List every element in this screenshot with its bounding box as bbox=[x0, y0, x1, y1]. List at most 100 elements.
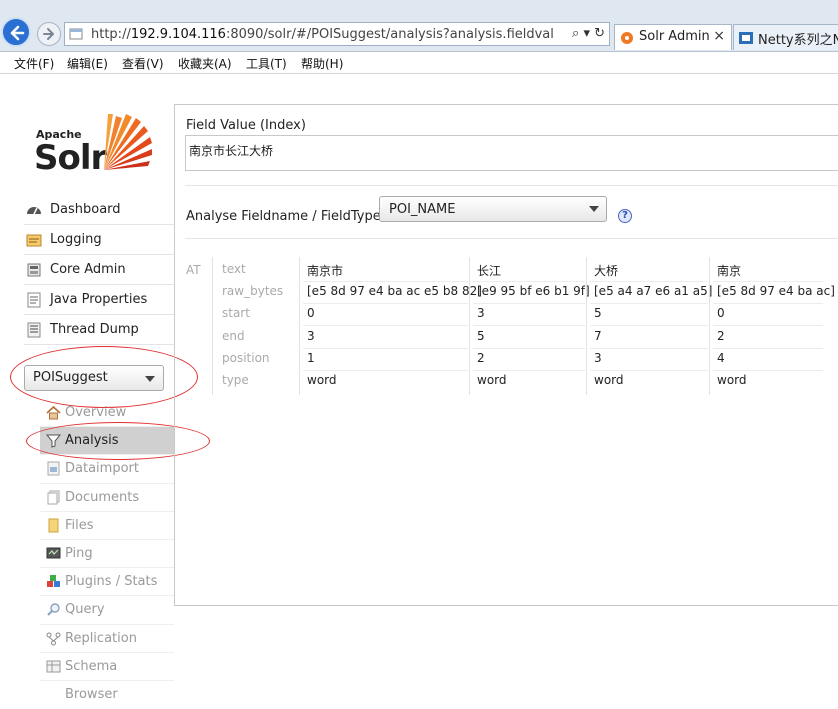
token-start-cell: 3 bbox=[477, 306, 485, 320]
token-position-cell: 1 bbox=[307, 351, 315, 365]
row-label-position: position bbox=[222, 351, 270, 365]
row-separator bbox=[303, 303, 468, 304]
menu-edit[interactable]: 编辑(E) bbox=[67, 55, 108, 72]
solr-logo[interactable]: Apache Solr bbox=[34, 110, 160, 180]
divider bbox=[185, 185, 838, 186]
close-icon[interactable]: × bbox=[713, 28, 725, 44]
tab-netty[interactable]: Netty系列之N... bbox=[733, 24, 838, 50]
token-raw-bytes-cell: [e5 a4 a7 e6 a1 a5] bbox=[594, 284, 713, 298]
token-text-cell: 大桥 bbox=[594, 264, 619, 278]
field-value-input[interactable]: 南京市长江大桥 bbox=[185, 135, 838, 171]
core-item-replication[interactable]: Replication bbox=[40, 625, 174, 653]
row-separator bbox=[713, 348, 823, 349]
url-text: http://192.9.104.116:8090/solr/#/POISugg… bbox=[91, 27, 553, 42]
page-favicon-icon bbox=[69, 28, 83, 40]
forward-arrow-icon bbox=[43, 28, 54, 40]
token-raw-bytes-cell: [e9 95 bf e6 b1 9f] bbox=[477, 284, 590, 298]
row-separator bbox=[473, 348, 585, 349]
plugins-icon bbox=[47, 575, 60, 588]
tokenizer-label[interactable]: AT bbox=[186, 263, 201, 277]
token-column bbox=[709, 257, 710, 395]
dashboard-icon bbox=[27, 207, 41, 215]
row-separator bbox=[713, 325, 823, 326]
tab-solr-admin[interactable]: Solr Admin × bbox=[614, 24, 732, 50]
ping-icon bbox=[46, 547, 61, 559]
token-text-cell: 南京 bbox=[717, 264, 742, 278]
row-separator bbox=[473, 281, 585, 282]
fieldname-label: Analyse Fieldname / FieldType: bbox=[186, 209, 386, 224]
row-label-text: text bbox=[222, 262, 246, 276]
core-admin-icon bbox=[27, 263, 41, 277]
nav-dashboard[interactable]: Dashboard bbox=[24, 195, 174, 225]
token-end-cell: 2 bbox=[717, 329, 725, 343]
browser-toolbar: http://192.9.104.116:8090/solr/#/POISugg… bbox=[0, 0, 838, 52]
row-separator bbox=[303, 325, 468, 326]
row-separator bbox=[303, 348, 468, 349]
row-separator bbox=[713, 303, 823, 304]
forward-button[interactable] bbox=[37, 22, 61, 46]
solr-favicon-icon bbox=[621, 32, 633, 44]
back-button[interactable] bbox=[1, 17, 31, 47]
token-raw-bytes-cell: [e5 8d 97 e4 ba ac] bbox=[717, 284, 835, 298]
infoq-favicon-icon bbox=[739, 32, 753, 44]
row-separator bbox=[590, 348, 708, 349]
menu-help[interactable]: 帮助(H) bbox=[301, 55, 343, 72]
row-separator bbox=[590, 281, 708, 282]
row-label-end: end bbox=[222, 329, 245, 343]
nav-core-admin[interactable]: Core Admin bbox=[24, 255, 174, 285]
row-label-type: type bbox=[222, 373, 249, 387]
token-type-cell: word bbox=[717, 373, 747, 387]
replication-icon bbox=[46, 632, 61, 645]
token-column bbox=[586, 257, 587, 395]
divider bbox=[185, 238, 838, 239]
row-separator bbox=[473, 303, 585, 304]
menu-favorites[interactable]: 收藏夹(A) bbox=[178, 55, 232, 72]
nav-java-properties[interactable]: Java Properties bbox=[24, 285, 174, 315]
search-refresh-icons[interactable]: ⌕ ▾ ↻ bbox=[572, 26, 605, 41]
nav-thread-dump[interactable]: Thread Dump bbox=[24, 315, 174, 345]
menu-tools[interactable]: 工具(T) bbox=[246, 55, 287, 72]
files-icon bbox=[48, 518, 59, 533]
row-separator bbox=[713, 281, 823, 282]
java-properties-icon bbox=[27, 292, 41, 308]
address-bar[interactable]: http://192.9.104.116:8090/solr/#/POISugg… bbox=[64, 22, 610, 46]
dataimport-icon bbox=[47, 461, 60, 476]
tokenizer-divider bbox=[212, 257, 213, 395]
core-item-documents[interactable]: Documents bbox=[40, 484, 174, 512]
token-start-cell: 5 bbox=[594, 306, 602, 320]
home-icon bbox=[46, 405, 61, 420]
core-item-ping[interactable]: Ping bbox=[40, 540, 174, 569]
row-separator bbox=[303, 281, 468, 282]
token-text-cell: 南京市 bbox=[307, 264, 344, 278]
menu-view[interactable]: 查看(V) bbox=[122, 55, 164, 72]
core-item-query[interactable]: Query bbox=[40, 596, 174, 625]
field-value-label: Field Value (Index) bbox=[186, 118, 306, 133]
main-nav: Dashboard Logging Core Admin Java Proper… bbox=[24, 195, 174, 345]
thread-dump-icon bbox=[27, 322, 41, 338]
row-separator bbox=[303, 370, 468, 371]
row-separator bbox=[590, 370, 708, 371]
token-end-cell: 7 bbox=[594, 329, 602, 343]
documents-icon bbox=[47, 490, 60, 505]
row-separator bbox=[590, 325, 708, 326]
core-item-plugins-stats[interactable]: Plugins / Stats bbox=[40, 568, 174, 597]
solr-sun-icon bbox=[104, 114, 152, 170]
chevron-down-icon bbox=[589, 206, 599, 212]
row-separator bbox=[590, 303, 708, 304]
analysis-panel: Field Value (Index) 南京市长江大桥 Analyse Fiel… bbox=[174, 104, 838, 606]
fieldname-select[interactable]: POI_NAME bbox=[379, 196, 607, 222]
back-arrow-icon bbox=[10, 25, 25, 41]
menu-file[interactable]: 文件(F) bbox=[14, 55, 54, 72]
token-column bbox=[299, 257, 300, 395]
nav-logging[interactable]: Logging bbox=[24, 225, 174, 255]
core-item-files[interactable]: Files bbox=[40, 512, 174, 540]
row-separator bbox=[473, 370, 585, 371]
row-separator bbox=[473, 325, 585, 326]
row-label-raw-bytes: raw_bytes bbox=[222, 284, 284, 298]
logging-icon bbox=[26, 234, 42, 247]
help-icon[interactable]: ? bbox=[618, 209, 632, 223]
core-item-schema-browser[interactable]: Schema Browser bbox=[40, 653, 174, 702]
menu-bar: 文件(F) 编辑(E) 查看(V) 收藏夹(A) 工具(T) 帮助(H) bbox=[0, 52, 838, 74]
row-separator bbox=[713, 370, 823, 371]
token-raw-bytes-cell: [e5 8d 97 e4 ba ac e5 b8 82] bbox=[307, 284, 482, 298]
